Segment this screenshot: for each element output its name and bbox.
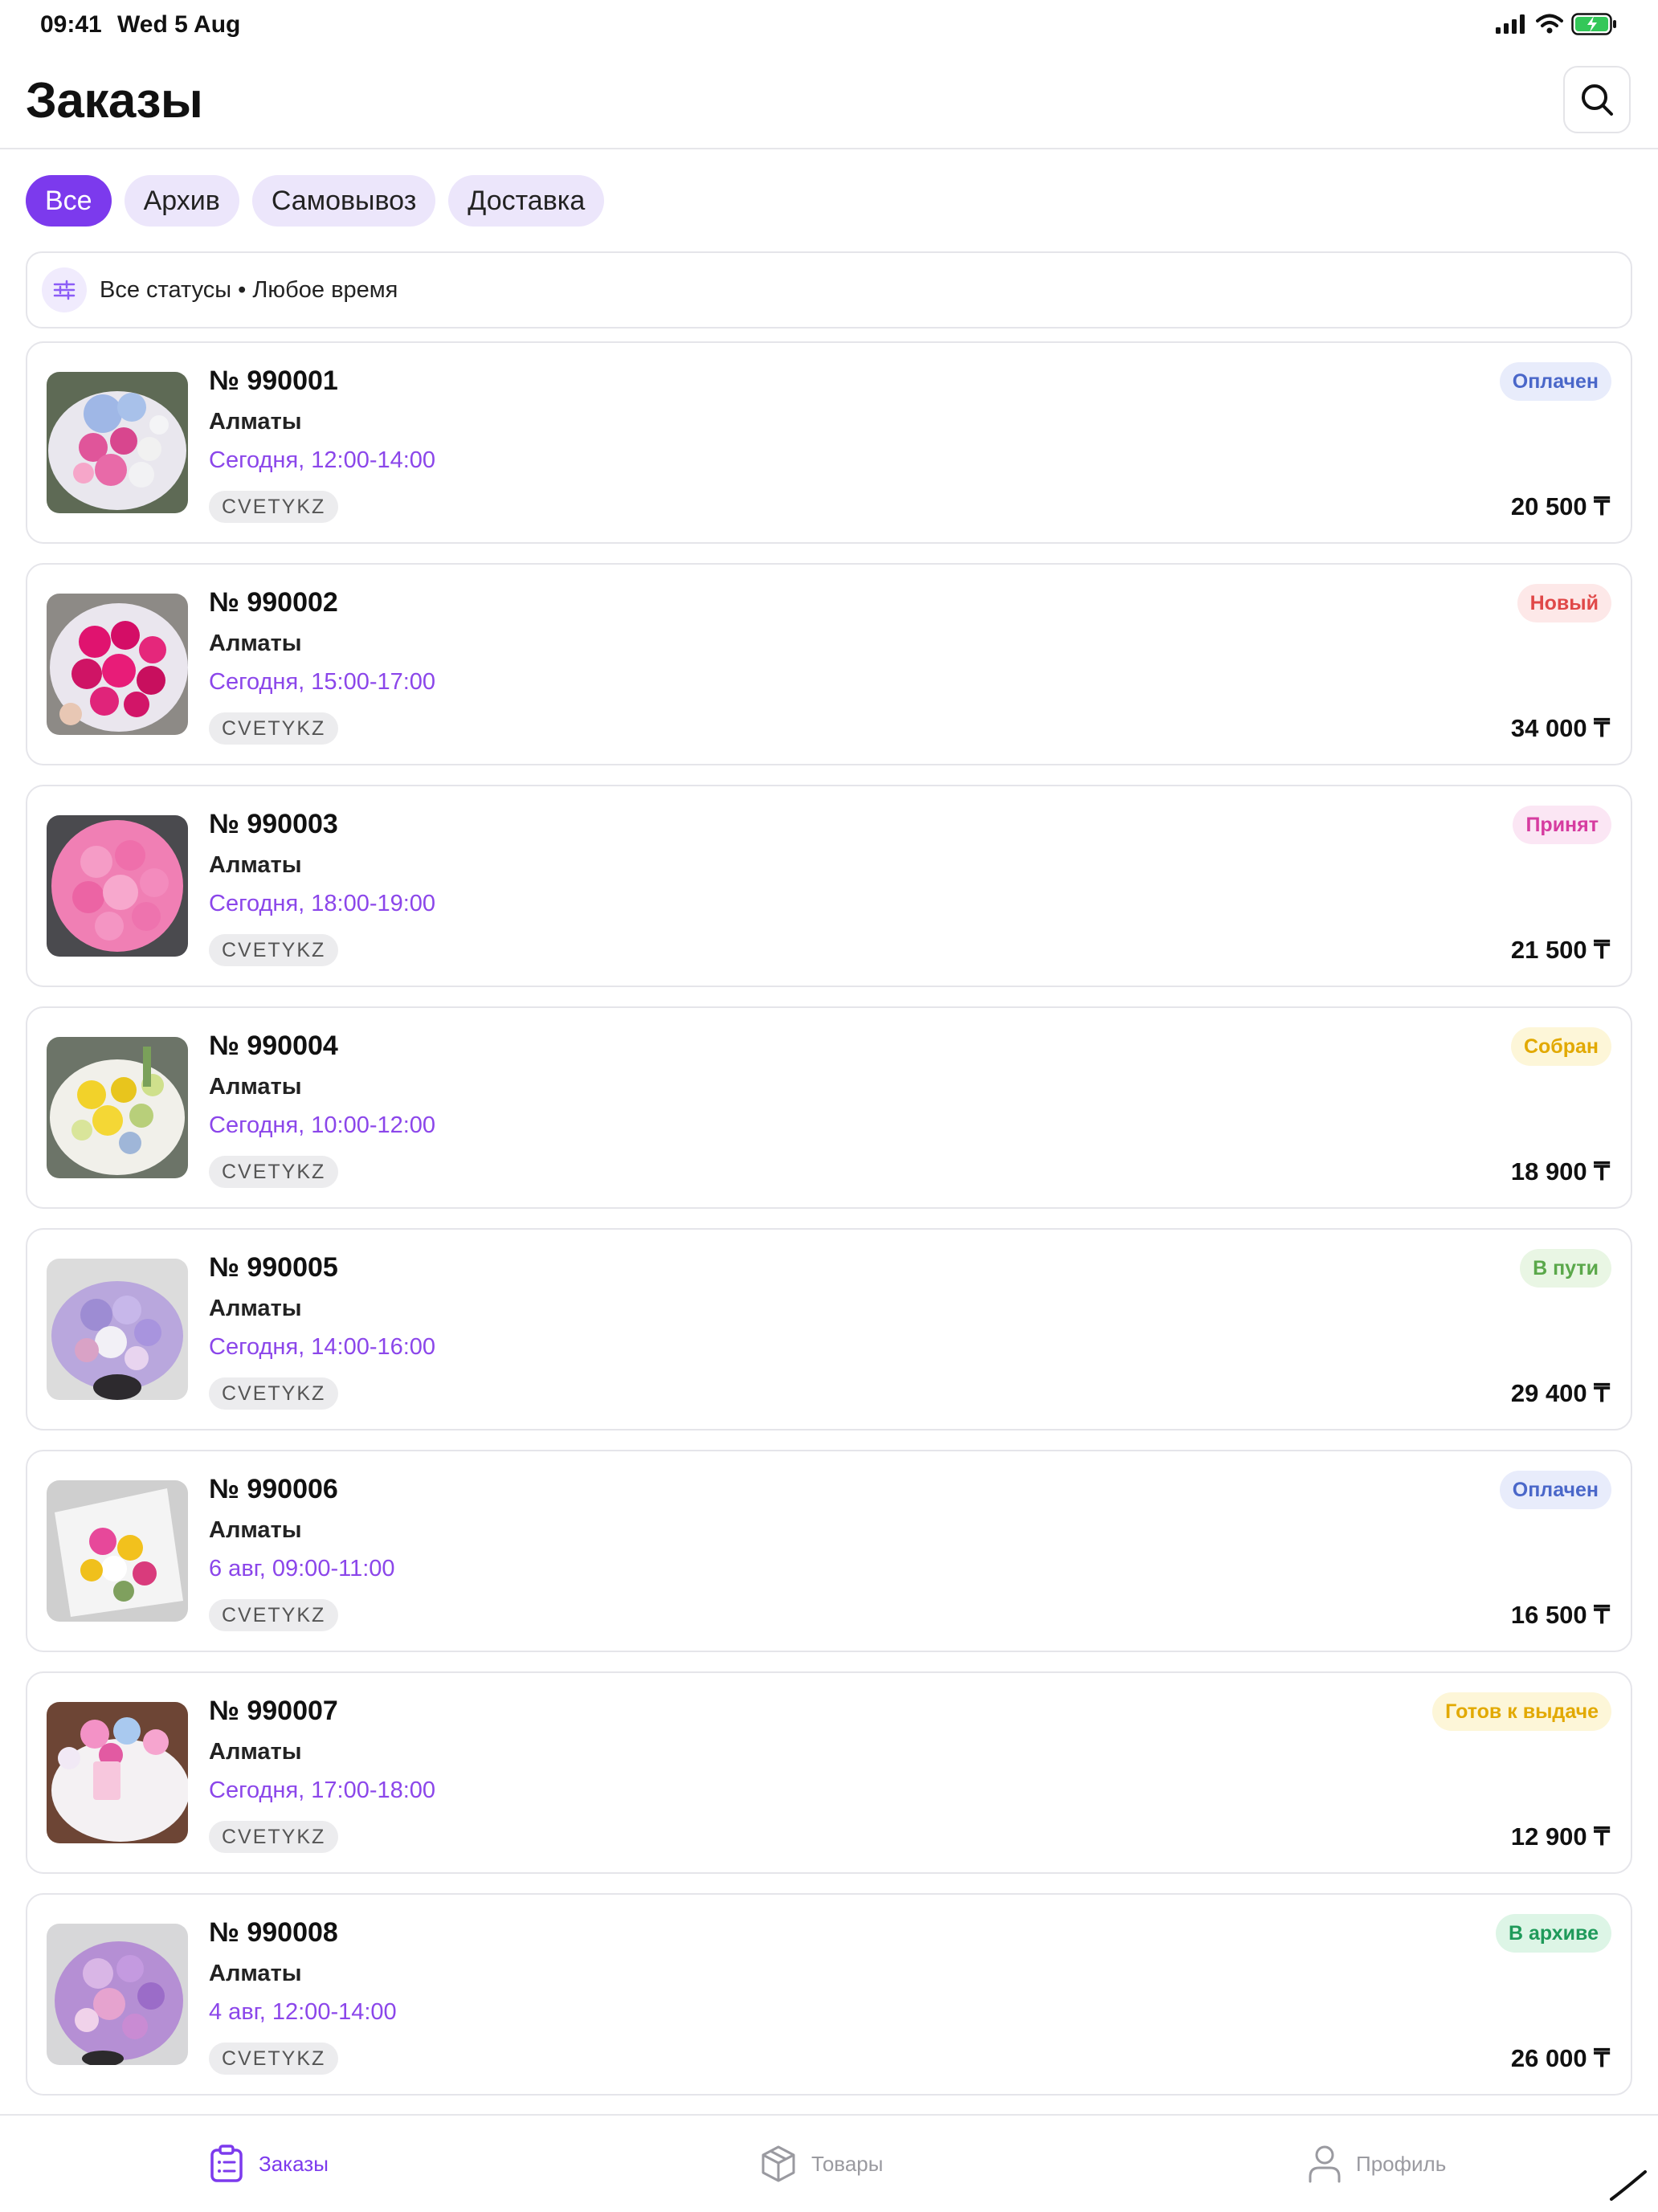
app-header: Заказы [0, 48, 1658, 149]
status-badge: В пути [1520, 1249, 1611, 1288]
order-delivery-time: Сегодня, 15:00-17:00 [209, 669, 436, 695]
status-time-filter[interactable]: Все статусы • Любое время [26, 251, 1632, 329]
order-delivery-time: 6 авг, 09:00-11:00 [209, 1556, 395, 1581]
order-card[interactable]: № 990001 Алматы Сегодня, 12:00-14:00 CVE… [26, 341, 1632, 544]
nav-orders-label: Заказы [259, 2151, 329, 2176]
bottom-navigation: Заказы Товары Профиль [0, 2114, 1658, 2212]
order-number: № 990007 [209, 1696, 338, 1726]
shop-badge: CVETYKZ [209, 491, 339, 523]
status-badge: Готов к выдаче [1432, 1692, 1611, 1731]
nav-profile-label: Профиль [1356, 2151, 1447, 2176]
bouquet-photo [47, 372, 188, 513]
order-price: 16 500 ₸ [1510, 1601, 1610, 1629]
order-price: 18 900 ₸ [1510, 1157, 1610, 1186]
order-price: 21 500 ₸ [1510, 936, 1610, 964]
status-badge: Оплачен [1499, 362, 1611, 401]
status-bar: 09:41 Wed 5 Aug [0, 0, 1658, 48]
tab-pickup[interactable]: Самовывоз [251, 175, 436, 227]
shop-badge: CVETYKZ [209, 1377, 339, 1410]
bouquet-photo [47, 1037, 188, 1178]
user-icon [1309, 2145, 1341, 2183]
order-card[interactable]: № 990006 Алматы 6 авг, 09:00-11:00 CVETY… [26, 1450, 1632, 1652]
order-number: № 990004 [209, 1030, 338, 1061]
order-card[interactable]: № 990003 Алматы Сегодня, 18:00-19:00 CVE… [26, 785, 1632, 987]
order-card[interactable]: № 990007 Алматы Сегодня, 17:00-18:00 CVE… [26, 1671, 1632, 1874]
order-number: № 990003 [209, 809, 338, 839]
bouquet-photo [47, 1480, 188, 1622]
status-date: Wed 5 Aug [117, 11, 241, 38]
order-number: № 990001 [209, 365, 338, 396]
bouquet-photo [47, 1924, 188, 2065]
shop-badge: CVETYKZ [209, 1821, 339, 1853]
order-city: Алматы [209, 1739, 302, 1765]
shop-badge: CVETYKZ [209, 934, 339, 966]
order-price: 26 000 ₸ [1510, 2044, 1610, 2072]
order-delivery-time: 4 авг, 12:00-14:00 [209, 1999, 397, 2025]
status-badge: Собран [1510, 1027, 1611, 1066]
order-delivery-time: Сегодня, 12:00-14:00 [209, 447, 436, 473]
order-number: № 990002 [209, 587, 338, 618]
nav-profile[interactable]: Профиль [1308, 2145, 1446, 2183]
order-delivery-time: Сегодня, 17:00-18:00 [209, 1777, 436, 1803]
order-city: Алматы [209, 1074, 302, 1100]
shop-badge: CVETYKZ [209, 1156, 339, 1188]
shop-badge: CVETYKZ [209, 712, 339, 745]
status-time: 09:41 [40, 11, 102, 38]
box-icon [762, 2145, 795, 2182]
order-price: 20 500 ₸ [1510, 492, 1610, 520]
home-indicator [1610, 2170, 1647, 2201]
order-delivery-time: Сегодня, 10:00-12:00 [209, 1112, 436, 1138]
order-city: Алматы [209, 409, 302, 435]
bouquet-photo [47, 815, 188, 957]
status-badge: Оплачен [1499, 1471, 1611, 1509]
bouquet-photo [47, 1702, 188, 1843]
status-badge: Новый [1517, 584, 1611, 622]
sliders-icon [42, 267, 87, 312]
bouquet-photo [47, 1259, 188, 1400]
order-city: Алматы [209, 631, 302, 656]
wifi-icon [1536, 14, 1563, 34]
nav-orders[interactable]: Заказы [209, 2145, 329, 2183]
status-badge: Принят [1513, 806, 1611, 844]
nav-products[interactable]: Товары [760, 2145, 883, 2183]
status-badge: В архиве [1495, 1914, 1611, 1953]
bouquet-photo [47, 594, 188, 735]
search-icon [1582, 84, 1613, 116]
tab-archive[interactable]: Архив [124, 175, 239, 227]
page-title: Заказы [26, 73, 203, 129]
tab-delivery[interactable]: Доставка [448, 175, 605, 227]
order-number: № 990008 [209, 1917, 338, 1948]
order-city: Алматы [209, 1961, 302, 1986]
order-number: № 990005 [209, 1252, 338, 1283]
order-city: Алматы [209, 1517, 302, 1543]
status-icons [1496, 13, 1618, 35]
order-card[interactable]: № 990008 Алматы 4 авг, 12:00-14:00 CVETY… [26, 1893, 1632, 2096]
order-price: 29 400 ₸ [1510, 1379, 1610, 1407]
order-filter-tabs: Все Архив Самовывоз Доставка [26, 175, 605, 227]
order-delivery-time: Сегодня, 14:00-16:00 [209, 1334, 436, 1360]
battery-charging-icon [1571, 13, 1616, 35]
order-city: Алматы [209, 1296, 302, 1321]
tab-all[interactable]: Все [26, 175, 112, 227]
search-button[interactable] [1563, 66, 1631, 133]
order-card[interactable]: № 990002 Алматы Сегодня, 15:00-17:00 CVE… [26, 563, 1632, 765]
nav-products-label: Товары [811, 2151, 884, 2176]
shop-badge: CVETYKZ [209, 2043, 339, 2075]
order-city: Алматы [209, 852, 302, 878]
clipboard-icon [210, 2145, 243, 2182]
order-price: 12 900 ₸ [1510, 1822, 1610, 1851]
order-number: № 990006 [209, 1474, 338, 1504]
order-card[interactable]: № 990004 Алматы Сегодня, 10:00-12:00 CVE… [26, 1006, 1632, 1209]
order-card[interactable]: № 990005 Алматы Сегодня, 14:00-16:00 CVE… [26, 1228, 1632, 1430]
order-delivery-time: Сегодня, 18:00-19:00 [209, 891, 436, 916]
shop-badge: CVETYKZ [209, 1599, 339, 1631]
orders-list: № 990001 Алматы Сегодня, 12:00-14:00 CVE… [26, 341, 1632, 2104]
cellular-signal-icon [1496, 14, 1525, 34]
filter-summary: Все статусы • Любое время [100, 276, 398, 303]
order-price: 34 000 ₸ [1510, 714, 1610, 742]
